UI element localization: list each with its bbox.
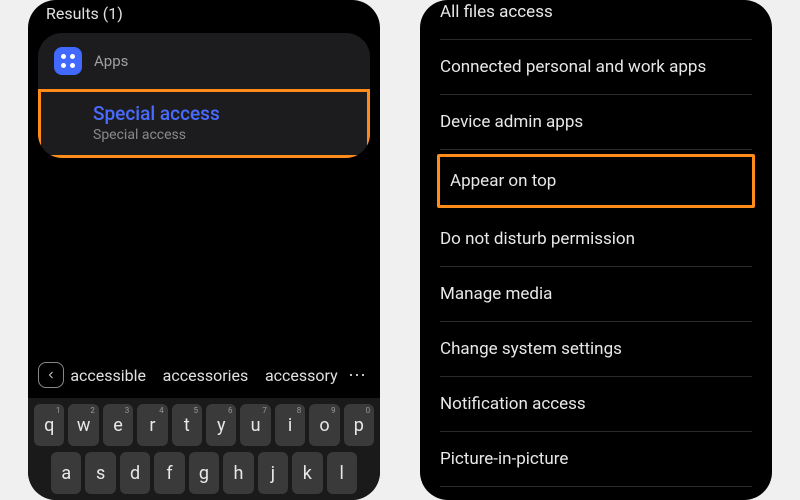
key-u[interactable]: 7u bbox=[240, 404, 270, 446]
key-r[interactable]: 4r bbox=[137, 404, 167, 446]
result-title: Special access bbox=[93, 102, 351, 125]
setting-dnd-permission[interactable]: Do not disturb permission bbox=[440, 212, 752, 267]
setting-change-system[interactable]: Change system settings bbox=[440, 322, 752, 377]
key-s[interactable]: s bbox=[85, 452, 115, 494]
key-e[interactable]: 3e bbox=[103, 404, 133, 446]
keyboard-suggestion-bar: accessible accessories accessory ⋯ bbox=[28, 352, 380, 398]
setting-notification-access[interactable]: Notification access bbox=[440, 377, 752, 432]
key-k[interactable]: k bbox=[292, 452, 322, 494]
on-screen-keyboard: 1q 2w 3e 4r 5t 6y 7u 8i 9o 0p a s d f g … bbox=[28, 398, 380, 500]
apps-grid-icon bbox=[54, 47, 82, 75]
suggestion-word[interactable]: accessible bbox=[70, 366, 146, 385]
key-p[interactable]: 0p bbox=[344, 404, 374, 446]
results-card: Apps Special access Special access bbox=[38, 33, 370, 158]
results-count: Results (1) bbox=[28, 0, 380, 33]
apps-label: Apps bbox=[94, 52, 128, 70]
more-icon[interactable]: ⋯ bbox=[344, 365, 370, 386]
apps-section-header: Apps bbox=[38, 33, 370, 89]
key-d[interactable]: d bbox=[120, 452, 150, 494]
setting-manage-media[interactable]: Manage media bbox=[440, 267, 752, 322]
special-access-screen: All files access Connected personal and … bbox=[420, 0, 772, 500]
suggestion-word[interactable]: accessory bbox=[265, 366, 338, 385]
key-q[interactable]: 1q bbox=[34, 404, 64, 446]
setting-all-files-access[interactable]: All files access bbox=[440, 0, 752, 40]
result-subtitle: Special access bbox=[93, 127, 351, 143]
setting-device-admin[interactable]: Device admin apps bbox=[440, 95, 752, 150]
key-h[interactable]: h bbox=[223, 452, 253, 494]
setting-connected-apps[interactable]: Connected personal and work apps bbox=[440, 40, 752, 95]
key-a[interactable]: a bbox=[51, 452, 81, 494]
key-f[interactable]: f bbox=[154, 452, 184, 494]
key-j[interactable]: j bbox=[258, 452, 288, 494]
key-y[interactable]: 6y bbox=[206, 404, 236, 446]
key-w[interactable]: 2w bbox=[68, 404, 98, 446]
setting-premium-sms[interactable]: Use premium text message services bbox=[440, 487, 752, 500]
search-result-special-access[interactable]: Special access Special access bbox=[38, 89, 370, 158]
key-i[interactable]: 8i bbox=[275, 404, 305, 446]
clipboard-icon[interactable] bbox=[38, 362, 64, 388]
setting-appear-on-top[interactable]: Appear on top bbox=[437, 154, 755, 208]
setting-pip[interactable]: Picture-in-picture bbox=[440, 432, 752, 487]
key-t[interactable]: 5t bbox=[172, 404, 202, 446]
settings-list: All files access Connected personal and … bbox=[420, 0, 772, 500]
key-o[interactable]: 9o bbox=[309, 404, 339, 446]
key-l[interactable]: l bbox=[327, 452, 357, 494]
suggestion-word[interactable]: accessories bbox=[163, 366, 249, 385]
key-g[interactable]: g bbox=[189, 452, 219, 494]
search-results-screen: Results (1) Apps Special access Special … bbox=[28, 0, 380, 500]
